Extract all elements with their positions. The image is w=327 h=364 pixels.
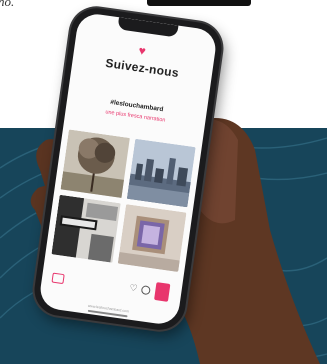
share-icon[interactable] [154, 282, 171, 302]
search-icon[interactable] [140, 285, 151, 296]
photo-street-sign[interactable] [51, 194, 121, 263]
photo-grid [51, 129, 196, 272]
menu-icon[interactable] [51, 272, 65, 285]
heart-icon: ♥ [137, 43, 147, 59]
heart-icon[interactable]: ♡ [129, 282, 138, 294]
photo-tree[interactable] [60, 129, 130, 198]
phone-notch [117, 17, 179, 38]
photo-painting-frame[interactable] [117, 203, 187, 272]
photo-city-skyline[interactable] [126, 138, 196, 208]
